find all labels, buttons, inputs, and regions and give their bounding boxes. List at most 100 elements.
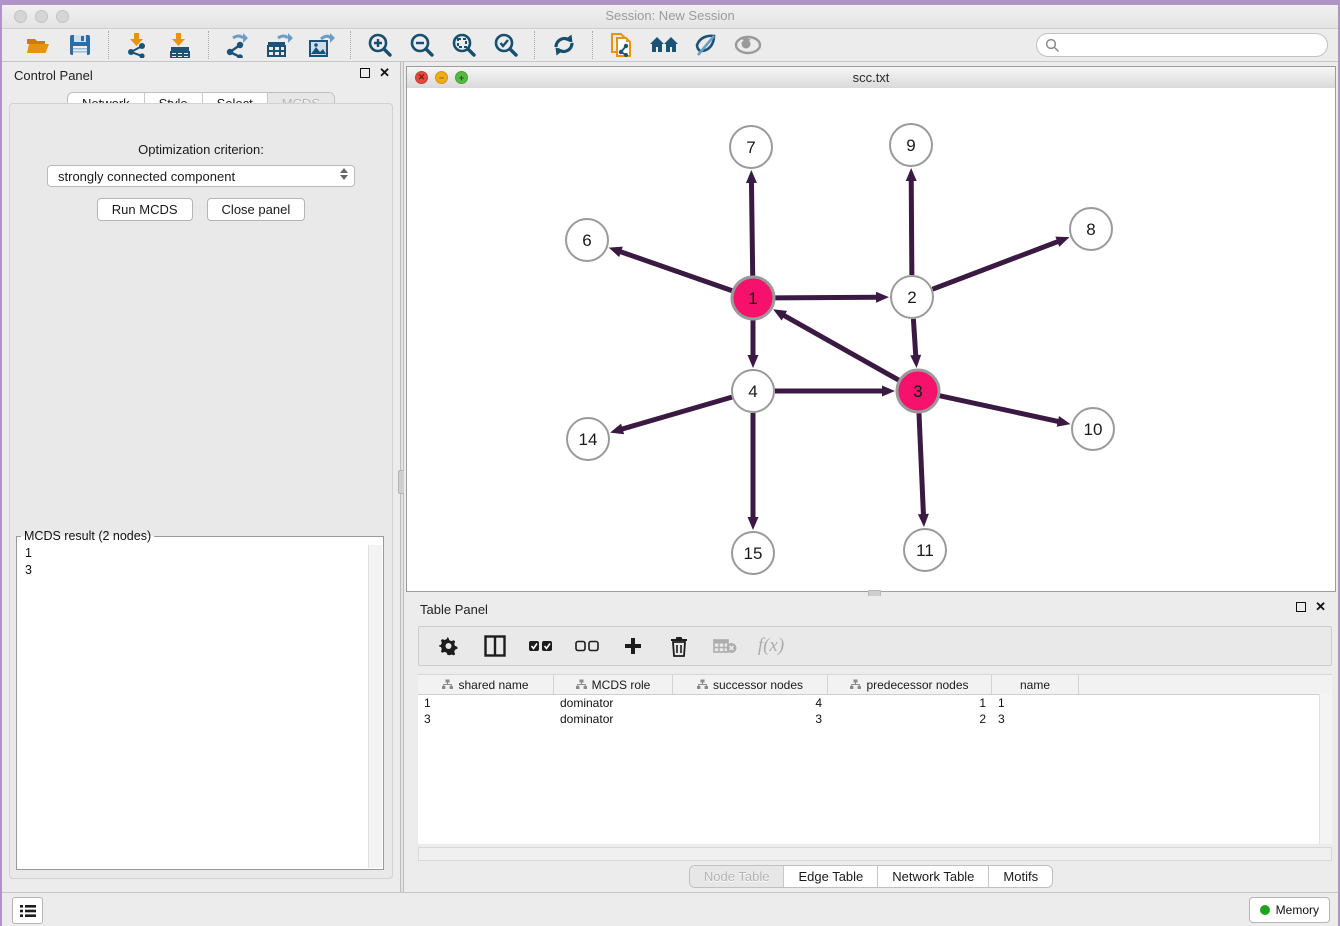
graph-node-9[interactable]: 9: [890, 124, 932, 166]
show-hide-style-button[interactable]: [692, 31, 720, 59]
export-table-button[interactable]: [266, 31, 294, 59]
delete-column-button[interactable]: [667, 634, 691, 658]
zoom-selected-button[interactable]: [492, 31, 520, 59]
import-table-button[interactable]: [166, 31, 194, 59]
tab-edge-table[interactable]: Edge Table: [783, 866, 877, 887]
export-network-button[interactable]: [224, 31, 252, 59]
task-history-button[interactable]: [12, 897, 43, 924]
add-column-button[interactable]: [621, 634, 645, 658]
graph-node-7[interactable]: 7: [730, 126, 772, 168]
zoom-fit-button[interactable]: [450, 31, 478, 59]
edge-4-14[interactable]: [621, 397, 732, 429]
trash-icon: [670, 636, 688, 657]
edge-1-6[interactable]: [619, 251, 732, 291]
column-header-successor-nodes[interactable]: successor nodes: [673, 675, 828, 694]
edge-1-7[interactable]: [751, 181, 752, 276]
cell-shared-name[interactable]: 3: [418, 711, 554, 727]
cell-name[interactable]: 3: [992, 711, 1079, 727]
edge-2-8[interactable]: [933, 241, 1060, 289]
edge-arrowhead: [609, 247, 623, 257]
first-neighbors-button[interactable]: [650, 31, 678, 59]
edge-2-9[interactable]: [911, 179, 912, 275]
tab-motifs[interactable]: Motifs: [988, 866, 1052, 887]
attribute-tree-icon: [697, 679, 708, 690]
column-header-name[interactable]: name: [992, 675, 1079, 694]
cell-shared-name[interactable]: 1: [418, 695, 554, 711]
cell-mcds-role[interactable]: dominator: [554, 711, 673, 727]
memory-status-dot: [1260, 905, 1270, 915]
graph-node-2[interactable]: 2: [891, 276, 933, 318]
column-header-shared-name[interactable]: shared name: [418, 675, 554, 694]
zoom-out-button[interactable]: [408, 31, 436, 59]
cell-predecessor-nodes[interactable]: 1: [828, 695, 992, 711]
svg-text:10: 10: [1084, 420, 1103, 439]
search-input[interactable]: [1065, 37, 1319, 53]
table-panel-title: Table Panel: [420, 602, 488, 617]
graph-node-3[interactable]: 3: [897, 370, 939, 412]
graph-node-11[interactable]: 11: [904, 529, 946, 571]
table-vertical-scrollbar[interactable]: [1319, 694, 1332, 844]
graph-node-1[interactable]: 1: [732, 277, 774, 319]
close-panel-icon[interactable]: ✕: [379, 68, 390, 78]
graph-node-15[interactable]: 15: [732, 532, 774, 574]
network-canvas[interactable]: 1 2 3 4 6 7 8 9 10 11 14 15: [407, 88, 1335, 591]
table-panel: Table Panel ✕ f(x): [404, 596, 1338, 893]
run-mcds-button[interactable]: Run MCDS: [97, 198, 193, 221]
export-image-button[interactable]: [308, 31, 336, 59]
plus-icon: [623, 636, 643, 656]
function-builder-button[interactable]: f(x): [759, 634, 783, 658]
table-row[interactable]: 1 dominator 4 1 1: [418, 695, 1332, 711]
edge-3-1[interactable]: [783, 315, 899, 381]
close-panel-button[interactable]: Close panel: [207, 198, 306, 221]
zoom-in-button[interactable]: [366, 31, 394, 59]
cell-mcds-role[interactable]: dominator: [554, 695, 673, 711]
graph-node-14[interactable]: 14: [567, 418, 609, 460]
optimization-criterion-select[interactable]: strongly connected component: [47, 165, 355, 187]
float-panel-icon[interactable]: [360, 68, 370, 78]
mcds-result-box: MCDS result (2 nodes) 1 3: [16, 529, 384, 870]
save-session-button[interactable]: [66, 31, 94, 59]
column-header-mcds-role[interactable]: MCDS role: [554, 675, 673, 694]
clone-network-button[interactable]: [608, 31, 636, 59]
cell-predecessor-nodes[interactable]: 2: [828, 711, 992, 727]
graph-node-6[interactable]: 6: [566, 219, 608, 261]
cell-name[interactable]: 1: [992, 695, 1079, 711]
delete-table-button[interactable]: [713, 634, 737, 658]
open-session-button[interactable]: [24, 31, 52, 59]
network-window-titlebar[interactable]: ✕ − + scc.txt: [407, 67, 1335, 89]
dropdown-selected-value: strongly connected component: [58, 169, 235, 184]
close-table-panel-icon[interactable]: ✕: [1315, 602, 1326, 612]
result-scrollbar[interactable]: [368, 545, 382, 868]
split-columns-button[interactable]: [483, 634, 507, 658]
cell-successor-nodes[interactable]: 4: [673, 695, 828, 711]
column-header-predecessor-nodes[interactable]: predecessor nodes: [828, 675, 992, 694]
graph-node-8[interactable]: 8: [1070, 208, 1112, 250]
graph-node-10[interactable]: 10: [1072, 408, 1114, 450]
edge-3-10[interactable]: [939, 396, 1059, 422]
show-hide-eye-button[interactable]: [734, 31, 762, 59]
mcds-result-text[interactable]: 1 3: [18, 545, 382, 868]
graph-node-4[interactable]: 4: [732, 370, 774, 412]
search-field[interactable]: [1036, 33, 1328, 57]
network-graph[interactable]: 1 2 3 4 6 7 8 9 10 11 14 15: [407, 88, 1335, 591]
cell-successor-nodes[interactable]: 3: [673, 711, 828, 727]
edge-arrowhead: [748, 355, 759, 368]
apply-layout-button[interactable]: [550, 31, 578, 59]
tab-network-table[interactable]: Network Table: [877, 866, 988, 887]
tab-node-table[interactable]: Node Table: [690, 866, 784, 887]
float-table-panel-icon[interactable]: [1296, 602, 1306, 612]
open-folder-icon: [25, 32, 51, 58]
edge-3-11[interactable]: [919, 413, 924, 516]
table-horizontal-scrollbar[interactable]: [418, 847, 1332, 861]
deselect-all-columns-button[interactable]: [575, 634, 599, 658]
memory-label: Memory: [1276, 903, 1319, 917]
memory-button[interactable]: Memory: [1249, 897, 1330, 923]
table-row[interactable]: 3 dominator 3 2 3: [418, 711, 1332, 727]
select-all-columns-button[interactable]: [529, 634, 553, 658]
edge-1-2[interactable]: [775, 297, 878, 298]
import-network-button[interactable]: [124, 31, 152, 59]
attribute-tree-icon: [442, 679, 453, 690]
edge-2-3[interactable]: [913, 319, 915, 357]
table-settings-button[interactable]: [437, 634, 461, 658]
table-toolbar: f(x): [418, 626, 1332, 666]
